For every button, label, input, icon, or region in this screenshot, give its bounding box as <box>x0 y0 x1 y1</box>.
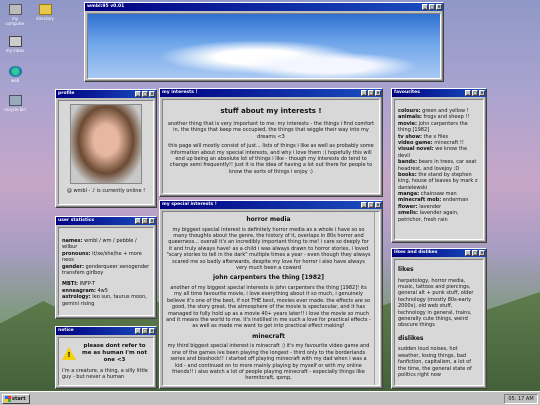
close-button[interactable]: × <box>375 202 381 208</box>
title-bar[interactable]: favourites _ □ × <box>392 89 486 97</box>
favourite-item: smells: lavender again, petrichor, fresh… <box>398 210 459 223</box>
minimize-button[interactable]: _ <box>135 91 141 97</box>
user-statistics-window[interactable]: user statistics _ □ × names: wmbl / wm / p… <box>55 216 157 319</box>
web-desktop-icon[interactable]: web <box>3 66 27 83</box>
status-caption: @ wmbl - ♪ is currently online ! <box>66 188 146 194</box>
maximize-button[interactable]: □ <box>368 90 374 96</box>
close-button[interactable]: × <box>436 4 442 10</box>
title-bar[interactable]: wmbl:95 v0.01 _ □ × <box>85 3 443 11</box>
stat-line: names: wmbl / wm / pebble / wilbur <box>62 238 137 251</box>
title-bar[interactable]: user statistics _ □ × <box>56 217 156 225</box>
close-button[interactable]: × <box>375 90 381 96</box>
profile-window[interactable]: profile _ □ × @ wmbl - ♪ is currently onli… <box>55 89 157 208</box>
special-interests-body: horror media my biggest special interest… <box>162 211 380 386</box>
minimize-button[interactable]: _ <box>135 328 141 334</box>
close-button[interactable]: × <box>149 328 155 334</box>
clock: 05: 17 AM <box>504 394 538 404</box>
interests-body: stuff about my interests ! another thing… <box>162 99 380 194</box>
start-button[interactable]: start <box>2 394 30 404</box>
notice-body: ! please dont refer to me as human i'm n… <box>58 337 154 386</box>
maximize-button[interactable]: □ <box>142 218 148 224</box>
title-bar[interactable]: my special interests ! _ □ × <box>160 201 382 209</box>
page-heading: stuff about my interests ! <box>220 107 322 115</box>
folder-icon <box>38 4 52 15</box>
stat-line: gender: genderqueer xenogender transfem … <box>62 263 150 276</box>
warning-icon: ! <box>62 347 76 361</box>
dislikes-heading: dislikes <box>398 334 424 342</box>
close-button[interactable]: × <box>149 218 155 224</box>
favourite-item: books: the stand by stephen king, house … <box>398 171 478 191</box>
title-bar[interactable]: my interests ! _ □ × <box>160 89 382 97</box>
interests-window[interactable]: my interests ! _ □ × stuff about my intere… <box>159 88 383 197</box>
favourite-item: visual novel: we know the devil <box>398 146 468 159</box>
stats-body: names: wmbl / wm / pebble / wilbur prono… <box>58 227 154 316</box>
section-heading: horror media <box>246 216 291 223</box>
title-bar[interactable]: likes and dislikes _ □ × <box>392 249 486 257</box>
maximize-button[interactable]: □ <box>142 328 148 334</box>
stat-line: astrology: leo sun, taurus moon, gemini … <box>62 294 147 307</box>
maximize-button[interactable]: □ <box>472 90 478 96</box>
scrollbar[interactable] <box>374 212 379 385</box>
special-interests-window[interactable]: my special interests ! _ □ × horror media … <box>159 200 383 389</box>
globe-icon <box>8 66 22 77</box>
maximize-button[interactable]: □ <box>368 202 374 208</box>
favourite-item: movie: john carpenters the thing [1982] <box>398 120 468 134</box>
favourites-window[interactable]: favourites _ □ × colours: green and yellow… <box>391 88 487 243</box>
close-button[interactable]: × <box>149 91 155 97</box>
minimize-button[interactable]: _ <box>361 90 367 96</box>
notice-window[interactable]: notice _ □ × ! please dont refer to me as … <box>55 326 157 389</box>
section-heading: minecraft <box>252 332 285 340</box>
recycle-bin-desktop-icon[interactable]: recycle bin <box>3 95 27 112</box>
minimize-button[interactable]: _ <box>465 90 471 96</box>
my-inbox-desktop-icon[interactable]: my inbox <box>3 36 27 53</box>
title-bar[interactable]: notice _ □ × <box>56 327 156 335</box>
avatar <box>70 104 142 184</box>
header-window[interactable]: wmbl:95 v0.01 _ □ × <box>84 2 444 82</box>
minimize-button[interactable]: _ <box>135 218 141 224</box>
sky-banner <box>87 13 441 79</box>
minimize-button[interactable]: _ <box>465 250 471 256</box>
windows-logo-icon <box>5 396 11 402</box>
title-bar[interactable]: profile _ □ × <box>56 90 156 98</box>
likes-dislikes-window[interactable]: likes and dislikes _ □ × likes herpetology… <box>391 248 487 389</box>
close-button[interactable]: × <box>479 90 485 96</box>
close-button[interactable]: × <box>479 250 485 256</box>
minimize-button[interactable]: _ <box>361 202 367 208</box>
profile-body: @ wmbl - ♪ is currently online ! <box>58 100 154 205</box>
favourite-item: bands: bears in trees, car seat headrest… <box>398 159 477 172</box>
computer-icon <box>8 4 22 15</box>
my-computer-desktop-icon[interactable]: my computer <box>3 4 27 26</box>
minimize-button[interactable]: _ <box>422 4 428 10</box>
inbox-icon <box>8 36 22 47</box>
section-heading: john carpenters the thing [1982] <box>213 274 324 282</box>
taskbar: start 05: 17 AM <box>0 391 540 405</box>
maximize-button[interactable]: □ <box>142 91 148 97</box>
likes-body: likes herpetology, horror media, music, … <box>394 259 484 386</box>
stat-line: pronouns: it/xe/she/he + more neos <box>62 250 142 264</box>
maximize-button[interactable]: □ <box>429 4 435 10</box>
recycle-bin-icon <box>8 95 22 106</box>
directory-desktop-icon[interactable]: directory <box>33 4 57 21</box>
maximize-button[interactable]: □ <box>472 250 478 256</box>
likes-heading: likes <box>398 266 414 273</box>
favourites-body: colours: green and yellow ! animals: fro… <box>394 99 484 240</box>
